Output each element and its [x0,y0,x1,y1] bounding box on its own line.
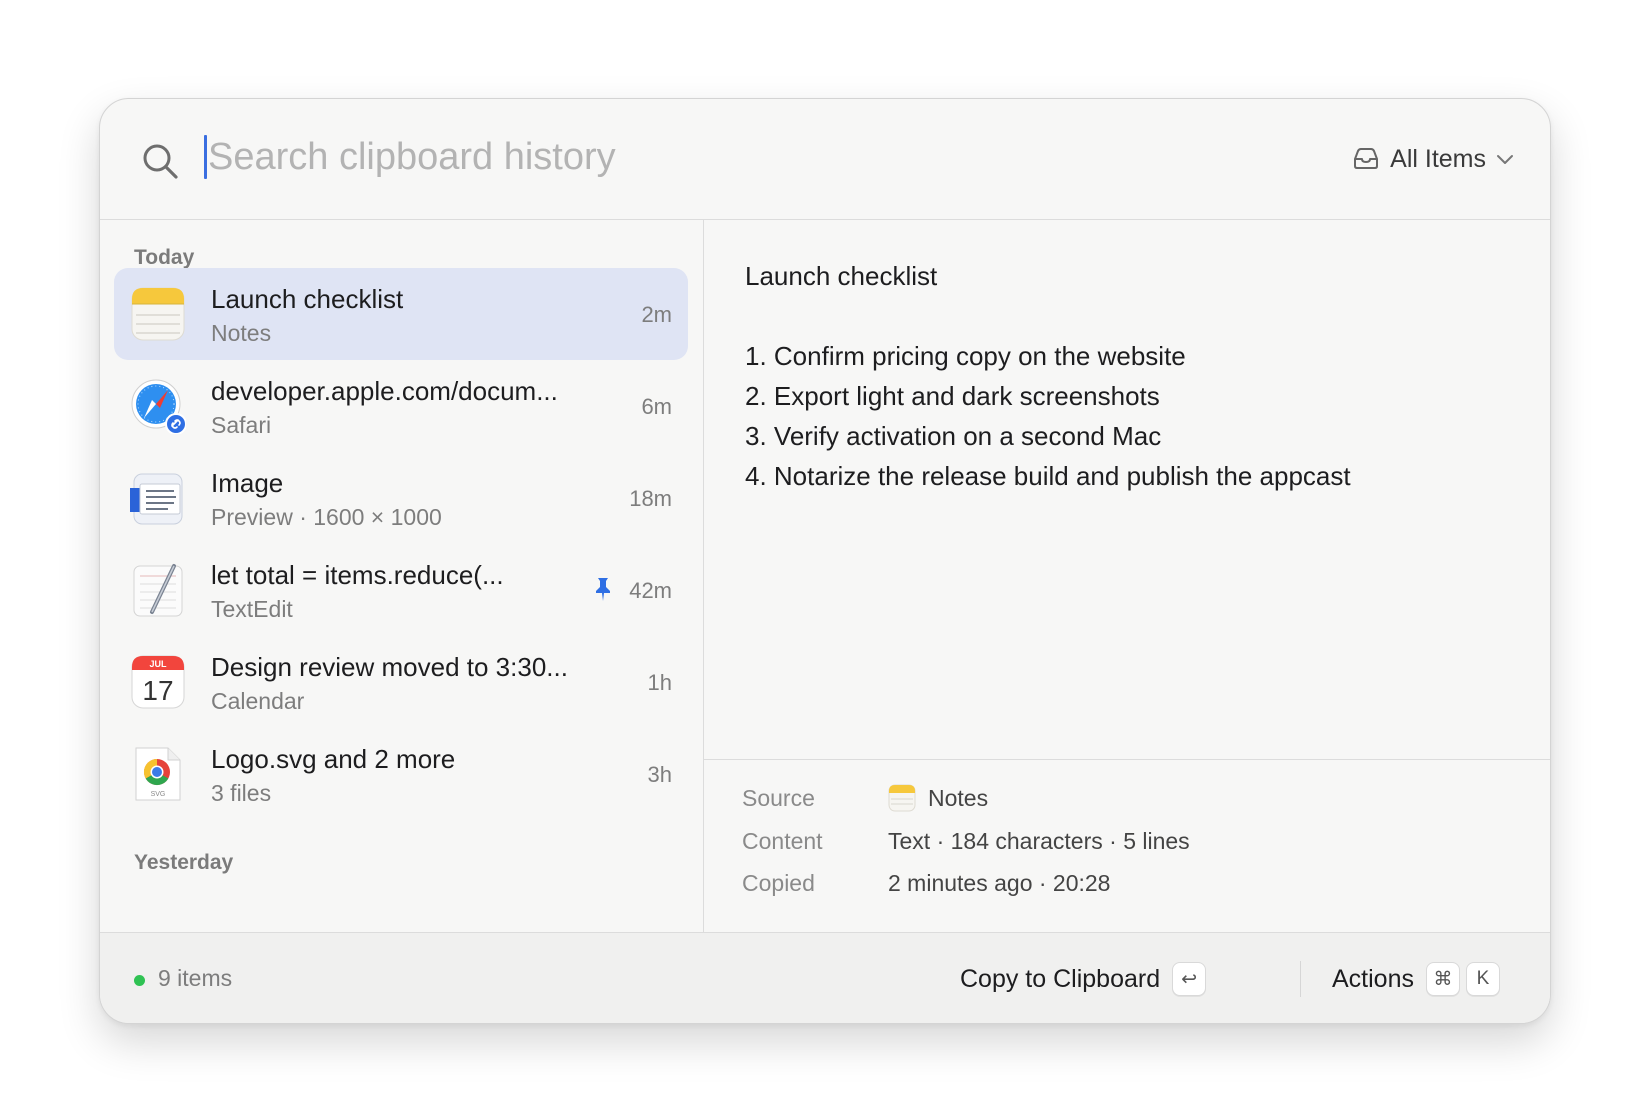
list-item[interactable]: Image Preview · 1600 × 1000 18m [114,452,688,544]
actions-button-label: Actions [1332,964,1414,993]
calendar-day: 17 [142,675,173,706]
preview-line: 3. Verify activation on a second Mac [745,421,1162,451]
item-title: Logo.svg and 2 more [211,744,456,774]
safari-app-icon [131,379,186,434]
status-dot [134,975,145,986]
copy-button-label: Copy to Clipboard [960,964,1161,993]
text-caret [204,135,207,179]
item-title: let total = items.reduce(... [211,560,504,590]
meta-value: 2 minutes ago · 20:28 [888,869,1111,896]
notes-app-icon [131,287,185,341]
item-time: 3h [647,762,672,787]
item-subtitle: 3 files [211,780,272,806]
item-title: developer.apple.com/docum... [211,376,558,406]
footer-divider [1300,961,1301,997]
list-item[interactable]: developer.apple.com/docum... Safari 6m [114,360,688,452]
list-item[interactable]: SVG Logo.svg and 2 more 3 files 3h [114,728,688,820]
calendar-month: JUL [149,659,167,669]
item-title: Image [211,468,284,498]
file-extension: SVG [151,791,166,798]
item-title: Design review moved to 3:30... [211,652,568,682]
search-input[interactable] [208,127,1108,187]
meta-row-source: Source Notes [742,778,988,818]
preview-line: 2. Export light and dark screenshots [745,381,1160,411]
filter-label: All Items [1390,144,1486,173]
file-icon: SVG [135,747,181,801]
meta-value: Text · 184 characters · 5 lines [888,827,1190,854]
section-header-yesterday: Yesterday [134,851,234,874]
calendar-app-icon: JUL 17 [131,655,185,709]
item-time: 6m [641,394,672,419]
k-key-hint: K [1465,962,1500,996]
item-subtitle: Safari [211,412,272,438]
preview-app-icon [130,473,183,525]
preview-line: Launch checklist [745,261,938,291]
item-time: 1h [647,670,672,695]
return-key-hint: ↩ [1172,962,1207,996]
copy-to-clipboard-button[interactable]: Copy to Clipboard ↩ [960,959,1207,999]
item-title: Launch checklist [211,284,404,314]
clipboard-window: All Items Today Launch checklist Notes 2… [99,98,1551,1024]
preview-line [745,296,1550,336]
notes-app-icon [888,784,916,812]
item-subtitle: Notes [211,320,272,346]
item-subtitle: Calendar [211,688,305,714]
section-header-today: Today [134,246,195,269]
search-icon [143,144,178,179]
metadata-panel: Source Notes Content Text · 184 characte… [704,760,1550,932]
meta-value: Notes [928,784,989,811]
footer-bar: 9 items Copy to Clipboard ↩ Actions ⌘ K [100,932,1550,1023]
filter-dropdown[interactable]: All Items [1352,139,1514,179]
preview-line: 4. Notarize the release build and publis… [745,461,1351,491]
list-item[interactable]: let total = items.reduce(... TextEdit 42… [114,544,688,636]
preview-line: 1. Confirm pricing copy on the website [745,341,1186,371]
meta-row-copied: Copied 2 minutes ago · 20:28 [742,863,1110,903]
list-item[interactable]: Launch checklist Notes 2m [114,268,688,360]
chevron-down-icon [1497,155,1513,164]
preview-pane: Launch checklist 1. Confirm pricing copy… [704,220,1550,760]
command-key-hint: ⌘ [1425,962,1460,996]
item-time: 42m [629,578,672,603]
list-item[interactable]: JUL 17 Design review moved to 3:30... Ca… [114,636,688,728]
meta-key: Source [742,784,815,811]
actions-button[interactable]: Actions ⌘ K [1332,959,1500,999]
item-subtitle: Preview · 1600 × 1000 [211,504,442,530]
clipboard-list[interactable]: Today Launch checklist Notes 2m develope… [100,220,704,932]
item-count: 9 items [158,965,233,991]
item-subtitle: TextEdit [211,596,293,622]
tray-icon [1354,148,1379,169]
meta-key: Copied [742,869,815,896]
textedit-app-icon [133,564,183,617]
meta-row-content: Content Text · 184 characters · 5 lines [742,821,1190,861]
meta-key: Content [742,827,823,854]
search-bar: All Items [100,99,1550,220]
item-time: 2m [641,302,672,327]
item-time: 18m [629,486,672,511]
pin-icon [596,578,610,601]
